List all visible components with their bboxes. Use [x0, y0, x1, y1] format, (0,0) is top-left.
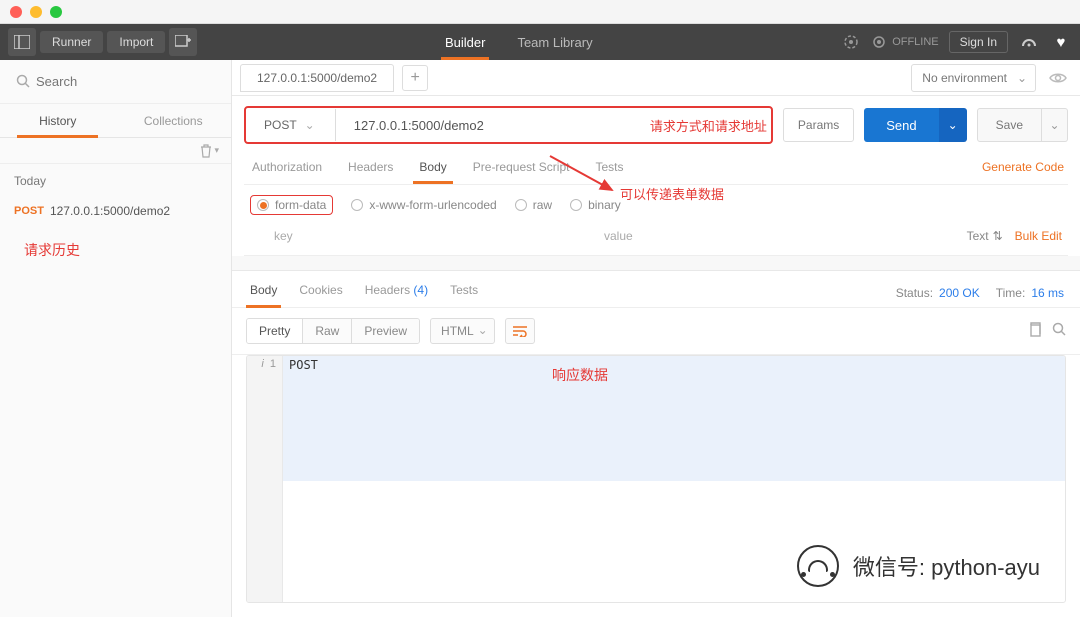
view-raw[interactable]: Raw: [302, 319, 351, 343]
chevron-down-icon: ⌄: [305, 118, 315, 132]
tab-bar: 127.0.0.1:5000/demo2 + No environment: [232, 60, 1080, 96]
request-tab[interactable]: 127.0.0.1:5000/demo2: [240, 64, 394, 92]
environment-select[interactable]: No environment: [911, 64, 1036, 92]
body-type-binary[interactable]: binary: [570, 198, 621, 212]
sidebar: History Collections ▾ Today POST 127.0.0…: [0, 60, 232, 617]
format-select[interactable]: HTML: [430, 318, 495, 344]
tab-authorization[interactable]: Authorization: [250, 154, 324, 184]
request-panel: POST ⌄ 请求方式和请求地址 Params Send ⌄ Save ⌄ Au: [232, 96, 1080, 256]
sync-icon[interactable]: [840, 31, 862, 53]
radio-icon: [515, 199, 527, 211]
settings-icon[interactable]: [1018, 31, 1040, 53]
search-response-icon[interactable]: [1052, 322, 1066, 341]
request-url-bar: POST ⌄ 请求方式和请求地址: [244, 106, 773, 144]
radio-icon: [257, 199, 269, 211]
view-preview[interactable]: Preview: [351, 319, 419, 343]
tab-headers[interactable]: Headers: [346, 154, 395, 184]
save-dropdown[interactable]: ⌄: [1042, 108, 1068, 142]
team-library-tab[interactable]: Team Library: [513, 24, 596, 60]
body-type-raw[interactable]: raw: [515, 198, 552, 212]
resp-headers-count: (4): [413, 283, 428, 297]
resp-tab-headers[interactable]: Headers (4): [363, 279, 430, 307]
minimize-window-icon[interactable]: [30, 6, 42, 18]
clear-history-button[interactable]: ▾: [200, 144, 219, 158]
history-tab[interactable]: History: [0, 104, 116, 137]
url-input[interactable]: [346, 118, 620, 133]
response-line: POST: [283, 356, 1065, 481]
status-label: Status:: [896, 286, 933, 300]
kv-key-header: key: [274, 229, 604, 243]
radio-icon: [351, 199, 363, 211]
builder-tab[interactable]: Builder: [441, 24, 489, 60]
search-icon: [16, 74, 30, 91]
kv-value-header: value: [604, 229, 967, 243]
maximize-window-icon[interactable]: [50, 6, 62, 18]
toggle-sidebar-icon[interactable]: [8, 28, 36, 56]
copy-response-icon[interactable]: [1028, 322, 1042, 341]
save-button[interactable]: Save: [977, 108, 1042, 142]
import-button[interactable]: Import: [107, 31, 165, 53]
line-indicator: i: [261, 358, 263, 370]
new-tab-button[interactable]: +: [402, 65, 428, 91]
wrap-lines-icon[interactable]: [505, 318, 535, 344]
status-value: 200 OK: [939, 286, 980, 300]
view-mode-group: Pretty Raw Preview: [246, 318, 420, 344]
send-dropdown[interactable]: ⌄: [939, 108, 967, 142]
view-pretty[interactable]: Pretty: [247, 319, 302, 343]
text-type-label: Text: [967, 229, 989, 243]
urlencoded-label: x-www-form-urlencoded: [369, 198, 496, 212]
radio-icon: [570, 199, 582, 211]
annotation-response: 响应数据: [552, 365, 608, 385]
top-toolbar: Runner Import Builder Team Library OFFLI…: [0, 24, 1080, 60]
tab-body[interactable]: Body: [417, 154, 448, 184]
binary-label: binary: [588, 198, 621, 212]
annotation-formdata: 可以传递表单数据: [620, 184, 724, 203]
offline-indicator: OFFLINE: [872, 35, 938, 49]
new-window-icon[interactable]: [169, 28, 197, 56]
offline-label: OFFLINE: [892, 36, 938, 48]
close-window-icon[interactable]: [10, 6, 22, 18]
runner-button[interactable]: Runner: [40, 31, 103, 53]
raw-label: raw: [533, 198, 552, 212]
time-value: 16 ms: [1031, 286, 1064, 300]
line-number: 1: [270, 358, 276, 370]
value-type-dropdown[interactable]: Text⇅: [967, 229, 1003, 243]
resp-tab-cookies[interactable]: Cookies: [297, 279, 344, 307]
method-dropdown[interactable]: POST ⌄: [250, 109, 336, 141]
history-item[interactable]: POST 127.0.0.1:5000/demo2: [0, 198, 231, 224]
resp-headers-label: Headers: [365, 283, 410, 297]
generate-code-link[interactable]: Generate Code: [978, 154, 1068, 184]
watermark: 微信号: python-ayu: [797, 545, 1040, 587]
collections-tab[interactable]: Collections: [116, 104, 232, 137]
wechat-icon: [797, 545, 839, 587]
search-input[interactable]: [12, 70, 219, 93]
formdata-label: form-data: [275, 198, 326, 212]
body-type-urlencoded[interactable]: x-www-form-urlencoded: [351, 198, 496, 212]
signin-button[interactable]: Sign In: [949, 31, 1008, 53]
heart-icon[interactable]: ♥: [1050, 31, 1072, 53]
history-item-url: 127.0.0.1:5000/demo2: [50, 204, 170, 218]
content-area: 127.0.0.1:5000/demo2 + No environment PO…: [232, 60, 1080, 617]
environment-preview-icon[interactable]: [1044, 64, 1072, 92]
method-label: POST: [264, 118, 297, 132]
tab-tests[interactable]: Tests: [593, 154, 625, 184]
today-section-label: Today: [0, 164, 231, 198]
send-button[interactable]: Send: [864, 108, 938, 142]
titlebar: [0, 0, 1080, 24]
history-item-method: POST: [14, 205, 44, 217]
annotation-request-line: 请求方式和请求地址: [650, 116, 767, 135]
annotation-history: 请求历史: [0, 224, 231, 276]
resp-tab-body[interactable]: Body: [248, 279, 279, 307]
watermark-label: 微信号: python-ayu: [853, 550, 1040, 582]
body-type-formdata[interactable]: form-data: [250, 195, 333, 215]
resp-tab-tests[interactable]: Tests: [448, 279, 480, 307]
params-button[interactable]: Params: [783, 108, 854, 142]
tab-prerequest[interactable]: Pre-request Script: [471, 154, 572, 184]
time-label: Time:: [996, 286, 1026, 300]
bulk-edit-link[interactable]: Bulk Edit: [1015, 229, 1062, 243]
